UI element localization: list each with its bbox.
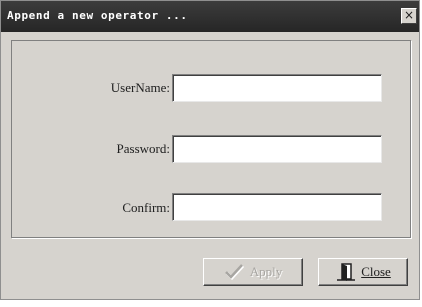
username-input[interactable]	[172, 74, 382, 102]
checkmark-icon	[224, 262, 246, 282]
password-label: Password:	[116, 141, 170, 156]
door-icon	[335, 262, 357, 282]
title-close-icon[interactable]: ×	[401, 8, 417, 24]
close-button[interactable]: Close	[318, 258, 408, 286]
apply-button[interactable]: Apply	[203, 258, 303, 286]
close-label: Close	[361, 264, 391, 279]
window-title: Append a new operator ...	[7, 9, 188, 22]
apply-label: Apply	[249, 264, 283, 279]
password-input[interactable]	[172, 135, 382, 163]
confirm-input[interactable]	[172, 193, 382, 221]
append-operator-dialog: Append a new operator ... × UserName: Pa…	[0, 0, 420, 300]
username-label: UserName:	[110, 80, 170, 95]
confirm-label: Confirm:	[122, 200, 170, 215]
title-bar[interactable]: Append a new operator ... ×	[1, 1, 419, 32]
